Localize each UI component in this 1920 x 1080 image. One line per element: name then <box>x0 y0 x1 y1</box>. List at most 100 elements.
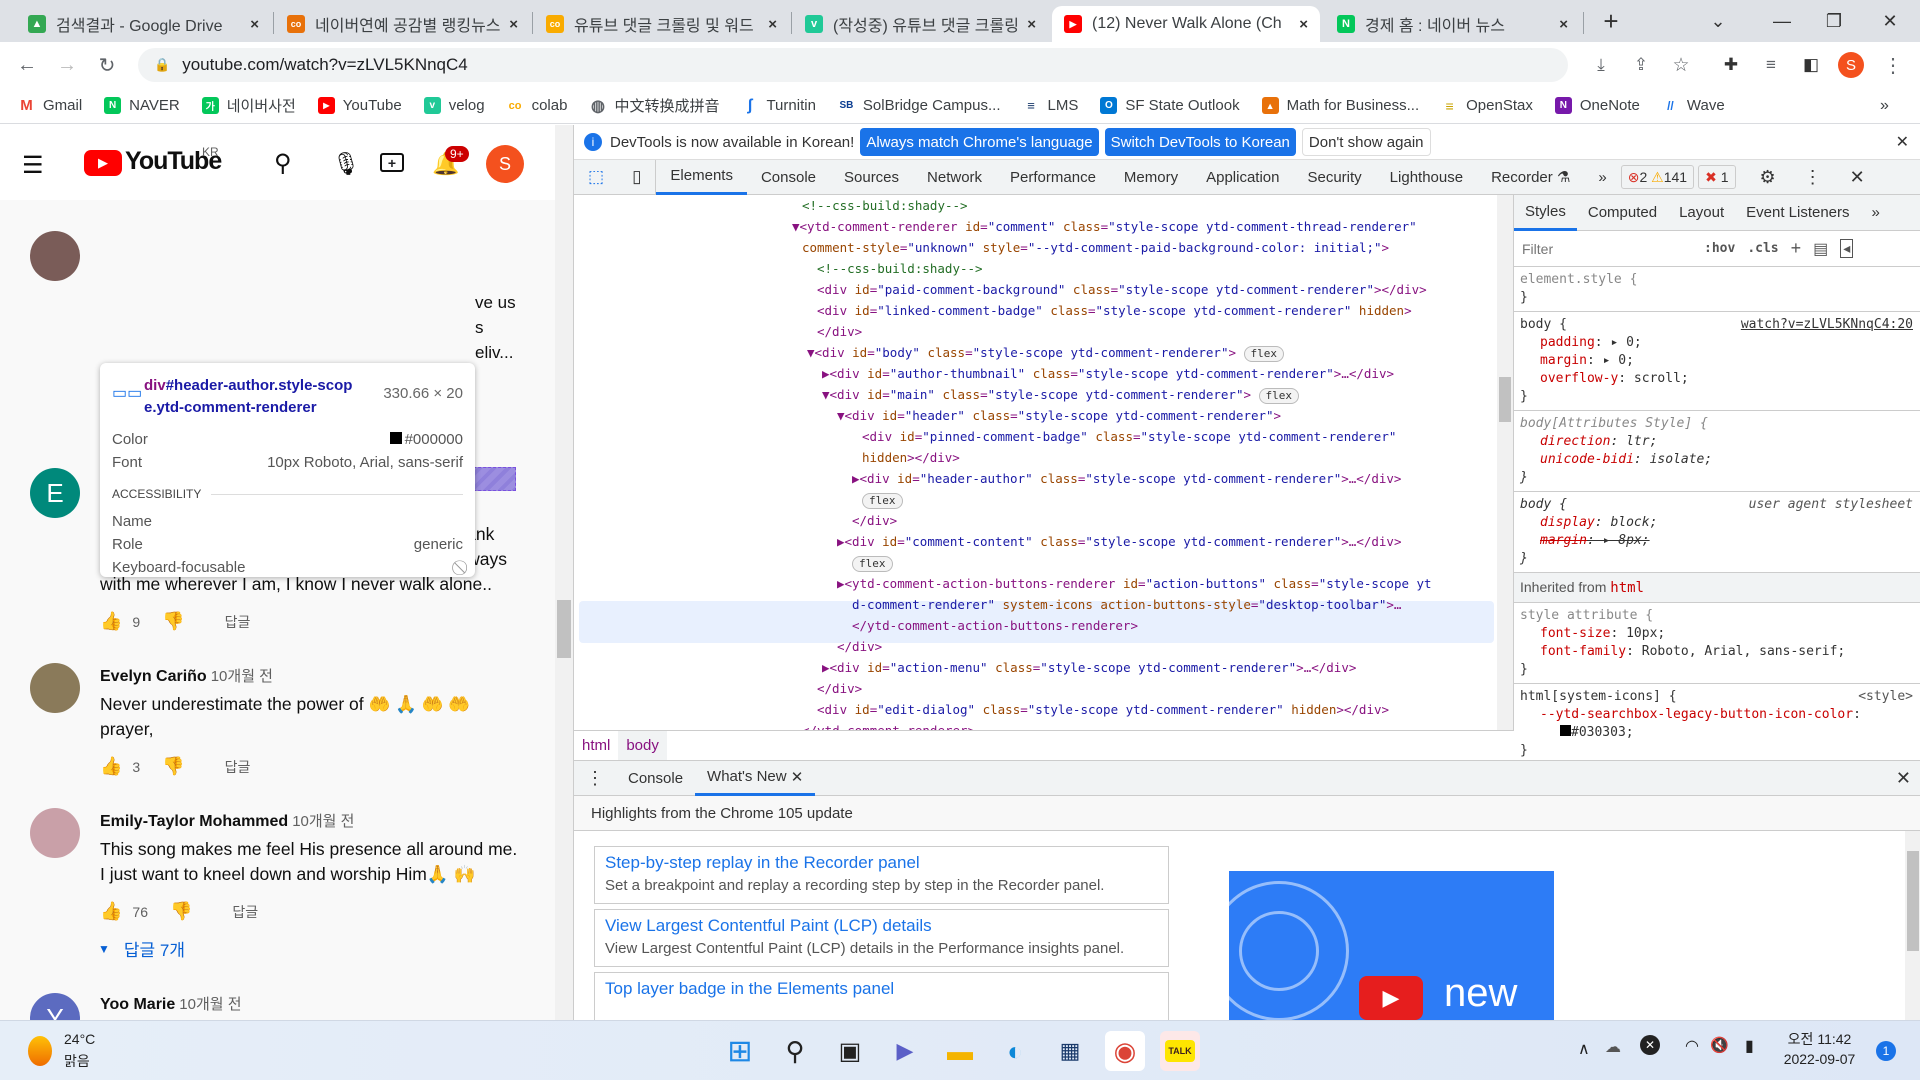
bookmark-wave[interactable]: //Wave <box>1662 97 1725 114</box>
always-match-language-button[interactable]: Always match Chrome's language <box>860 128 1099 156</box>
comment-author[interactable]: Yoo Marie 10개월 전 <box>100 993 242 1014</box>
clock-time[interactable]: 오전 11:42 <box>1782 1029 1857 1049</box>
whats-new-card[interactable]: View Largest Contentful Paint (LCP) deta… <box>594 909 1169 967</box>
whats-new-card[interactable]: Step-by-step replay in the Recorder pane… <box>594 846 1169 904</box>
wifi-icon[interactable]: ◠ <box>1685 1036 1699 1056</box>
forward-button[interactable]: → <box>52 50 82 80</box>
reload-button[interactable]: ↻ <box>92 50 122 80</box>
chrome-menu-icon[interactable]: ⋮ <box>1878 50 1908 80</box>
bookmark-pinyin[interactable]: ◍ 中文转换成拼音 <box>589 95 720 116</box>
search-icon[interactable]: ⚲ <box>274 149 292 178</box>
tab-application[interactable]: Application <box>1192 160 1293 195</box>
dom-node[interactable]: hidden></div> <box>862 447 960 468</box>
tab-layout[interactable]: Layout <box>1668 195 1735 231</box>
show-hidden-icons[interactable]: ∧ <box>1578 1039 1590 1059</box>
dom-node[interactable]: </ytd-comment-action-buttons-renderer> <box>852 615 1138 636</box>
bookmark-solbridge[interactable]: SB SolBridge Campus... <box>838 97 1000 114</box>
reply-button[interactable]: 답글 <box>225 757 251 777</box>
dislike-icon[interactable]: 👎 <box>162 756 184 777</box>
bookmark-naver[interactable]: N NAVER <box>104 97 180 114</box>
tab-velog-draft[interactable]: v (작성중) 유튜브 댓글 크롤링 × <box>793 6 1048 42</box>
bookmark-lms[interactable]: ≡ LMS <box>1023 97 1078 114</box>
comment-author[interactable]: Evelyn Cariño 10개월 전 <box>100 665 273 686</box>
install-icon[interactable]: ⤓ <box>1586 50 1616 80</box>
battery-icon[interactable]: ▮ <box>1745 1036 1754 1056</box>
elements-scrollbar[interactable] <box>1497 195 1513 730</box>
profile-avatar[interactable]: S <box>1838 52 1864 78</box>
dom-node[interactable]: </div> <box>817 321 862 342</box>
flex-badge[interactable]: flex <box>862 493 903 509</box>
tab-network[interactable]: Network <box>913 160 996 195</box>
minimize-button[interactable]: — <box>1754 0 1810 42</box>
breadcrumb-body[interactable]: body <box>618 730 667 761</box>
bookmark-turnitin[interactable]: ʃ Turnitin <box>741 97 816 115</box>
tab-recorder[interactable]: Recorder ⚗ <box>1477 160 1584 195</box>
address-bar[interactable]: 🔒 youtube.com/watch?v=zLVL5KNnqC4 <box>138 48 1568 82</box>
switch-to-korean-button[interactable]: Switch DevTools to Korean <box>1104 128 1296 156</box>
hamburger-menu-icon[interactable]: ☰ <box>22 151 44 180</box>
scrollbar-thumb[interactable] <box>557 600 571 658</box>
file-explorer-icon[interactable]: ▬ <box>940 1031 980 1071</box>
close-tab-icon[interactable]: × <box>1299 16 1308 33</box>
issues-badge[interactable]: ✖ 1 <box>1698 165 1736 189</box>
bookmark-naver-dict[interactable]: 가 네이버사전 <box>201 95 296 116</box>
x-app-icon[interactable]: ✕ <box>1640 1035 1660 1055</box>
dom-node[interactable]: ▼<div id="body" class="style-scope ytd-c… <box>807 342 1285 363</box>
tab-console[interactable]: Console <box>747 160 830 195</box>
tab-sources[interactable]: Sources <box>830 160 913 195</box>
inspect-element-icon[interactable]: ⬚ <box>574 160 618 195</box>
dom-node[interactable]: <!--css-build:shady--> <box>817 258 983 279</box>
onedrive-icon[interactable]: ☁ <box>1605 1037 1621 1057</box>
breadcrumb-html[interactable]: html <box>574 731 618 761</box>
bookmark-openstax[interactable]: ≡ OpenStax <box>1441 97 1533 114</box>
notification-count-badge[interactable]: 1 <box>1876 1041 1896 1061</box>
dom-node[interactable]: ▼<ytd-comment-renderer id="comment" clas… <box>792 216 1417 237</box>
dom-node[interactable]: <div id="pinned-comment-badge" class="st… <box>862 426 1396 447</box>
dom-node[interactable]: flex <box>852 552 893 573</box>
volume-muted-icon[interactable]: 🔇 <box>1710 1036 1729 1054</box>
dom-node-selected[interactable]: ▶<div id="header-author" class="style-sc… <box>852 468 1401 489</box>
comment-avatar[interactable] <box>30 231 80 281</box>
share-icon[interactable]: ⇪ <box>1626 50 1656 80</box>
bookmark-math[interactable]: ▲ Math for Business... <box>1261 97 1419 114</box>
tab-elements[interactable]: Elements <box>656 160 747 195</box>
tab-event-listeners[interactable]: Event Listeners <box>1735 195 1860 231</box>
close-tab-icon[interactable]: × <box>1027 16 1036 33</box>
weather-desc[interactable]: 맑음 <box>64 1051 90 1071</box>
dislike-icon[interactable]: 👎 <box>162 611 184 632</box>
card-title-link[interactable]: Step-by-step replay in the Recorder pane… <box>605 853 1158 873</box>
close-tab-icon[interactable]: ✕ <box>791 768 804 786</box>
chrome-taskbar-icon[interactable]: ◉ <box>1105 1031 1145 1071</box>
weather-temp[interactable]: 24°C <box>64 1031 95 1047</box>
bookmark-youtube[interactable]: ▶ YouTube <box>317 97 402 114</box>
flex-badge[interactable]: flex <box>1258 388 1300 404</box>
dont-show-again-button[interactable]: Don't show again <box>1301 128 1431 156</box>
comment-avatar[interactable] <box>30 663 80 713</box>
dom-node[interactable]: </div> <box>837 636 882 657</box>
user-avatar[interactable]: S <box>486 145 524 183</box>
flex-badge[interactable]: flex <box>1243 346 1285 362</box>
start-menu-icon[interactable]: ⊞ <box>720 1031 760 1071</box>
reply-button[interactable]: 답글 <box>225 612 251 632</box>
bookmark-outlook[interactable]: O SF State Outlook <box>1100 97 1240 114</box>
comment-avatar[interactable] <box>30 808 80 858</box>
like-icon[interactable]: 👍 <box>100 756 122 777</box>
dom-node[interactable]: comment-style="unknown" style="--ytd-com… <box>802 237 1389 258</box>
comment-avatar[interactable]: Y <box>30 993 80 1020</box>
close-tab-icon[interactable]: × <box>509 16 518 33</box>
kakaotalk-icon[interactable]: TALK <box>1160 1031 1200 1071</box>
issues-counter[interactable]: ⊗ 2 ⚠ 141 <box>1620 165 1695 189</box>
new-tab-button[interactable]: + <box>1583 0 1639 42</box>
create-video-icon[interactable]: + <box>380 153 404 172</box>
close-tab-icon[interactable]: × <box>250 16 259 33</box>
toggle-sidebar-icon[interactable]: ◂ <box>1840 239 1854 258</box>
clock-date[interactable]: 2022-09-07 <box>1782 1051 1857 1067</box>
tab-memory[interactable]: Memory <box>1110 160 1192 195</box>
page-scrollbar[interactable] <box>555 125 573 1020</box>
close-window-button[interactable]: ✕ <box>1862 0 1918 42</box>
drawer-menu-icon[interactable]: ⋮ <box>574 761 616 796</box>
dom-node[interactable]: ▶<ytd-comment-action-buttons-renderer id… <box>837 573 1432 594</box>
dom-node[interactable]: <div id="paid-comment-background" class=… <box>817 279 1427 300</box>
cls-toggle[interactable]: .cls <box>1747 241 1778 256</box>
new-style-rule-icon[interactable]: + <box>1791 238 1802 259</box>
